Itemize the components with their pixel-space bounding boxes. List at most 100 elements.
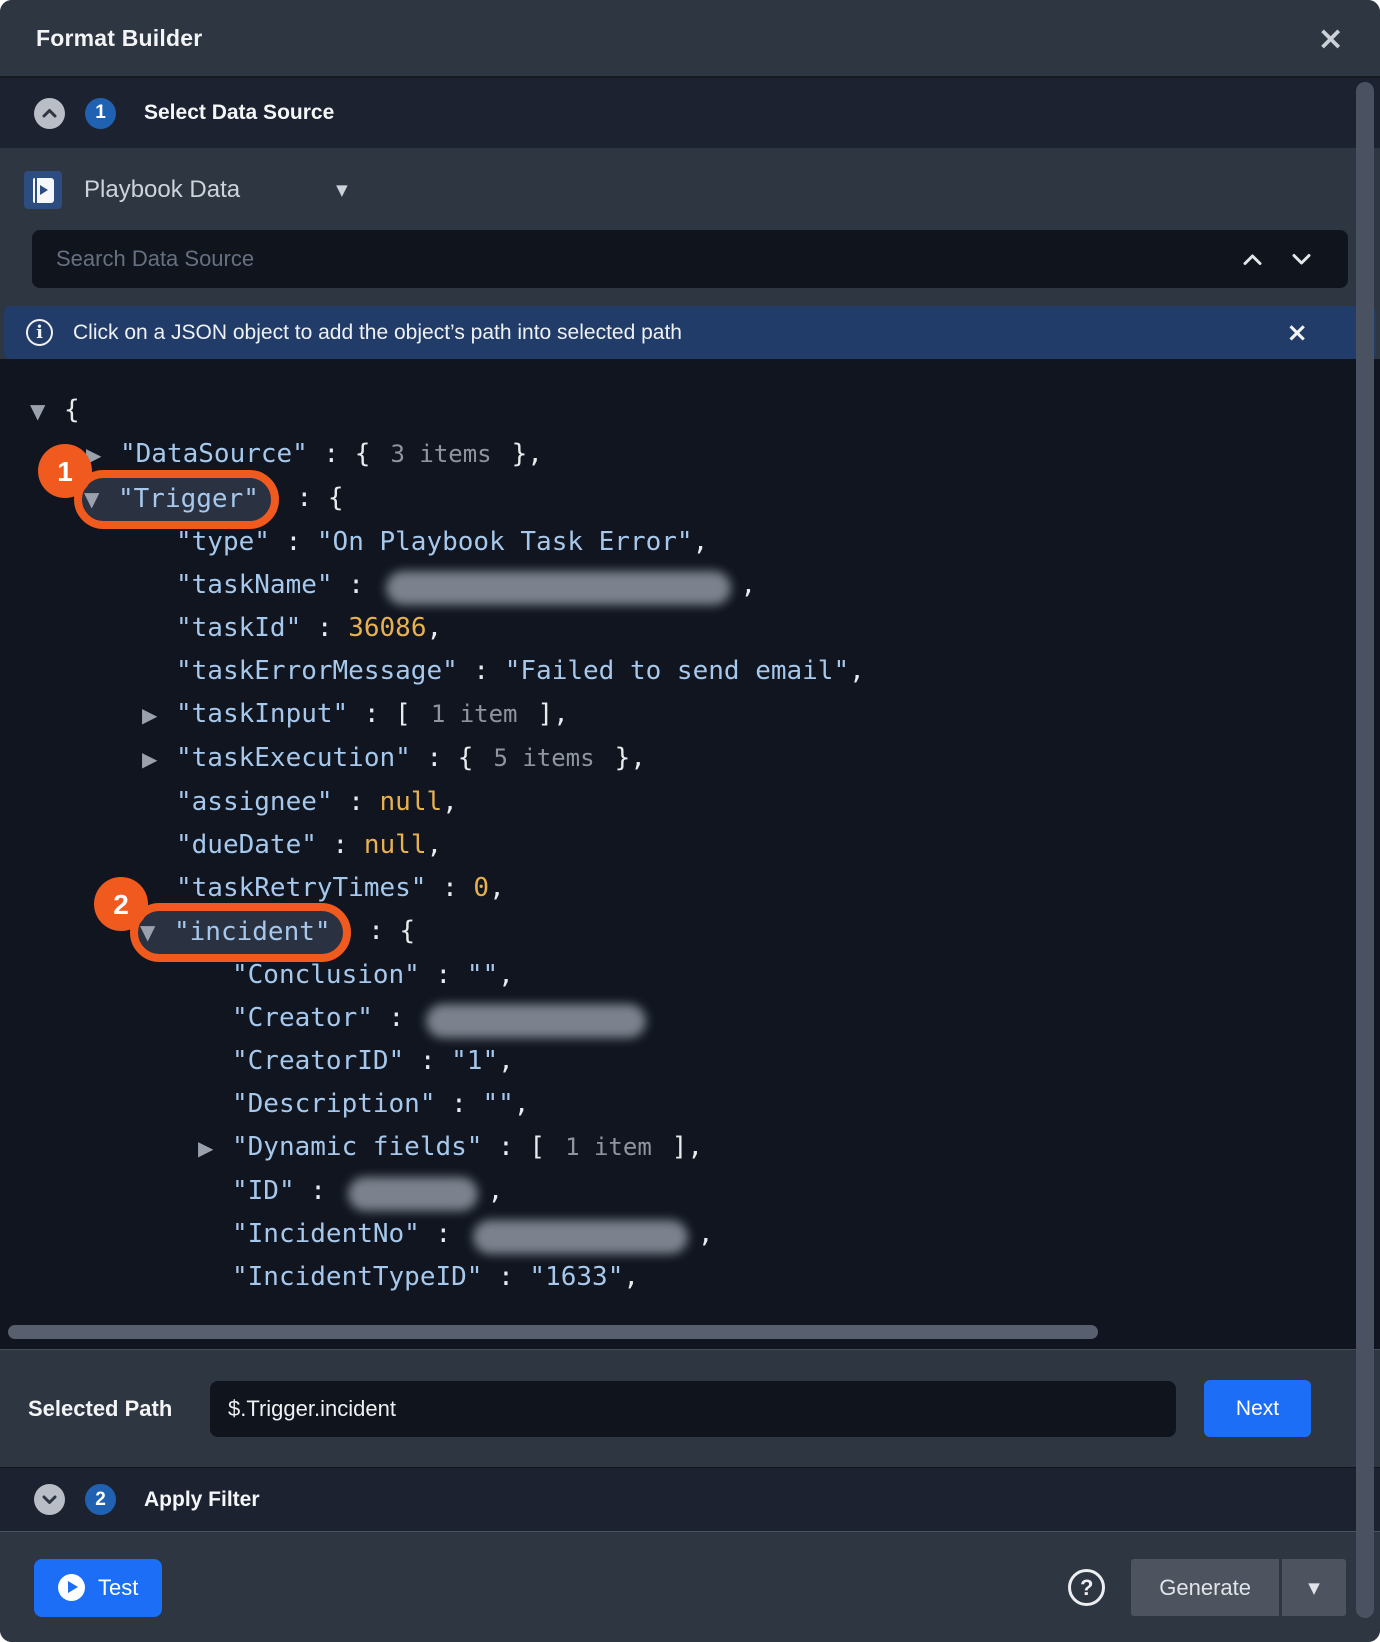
- json-key[interactable]: "DataSource": [120, 439, 308, 469]
- json-key[interactable]: "assignee": [176, 787, 333, 817]
- json-token: ,: [849, 656, 865, 686]
- json-line[interactable]: "taskId" : 36086,: [0, 607, 1380, 650]
- horizontal-scrollbar-thumb[interactable]: [8, 1325, 1098, 1339]
- json-line[interactable]: "IncidentTypeID" : "1633",: [0, 1256, 1380, 1299]
- json-item-count: 5 items: [493, 744, 594, 772]
- expand-caret-icon[interactable]: ▶: [198, 1127, 232, 1170]
- json-line[interactable]: "Creator" :: [0, 997, 1380, 1040]
- collapse-section-button[interactable]: [34, 98, 65, 129]
- data-source-select[interactable]: Playbook Data ▼: [0, 164, 1380, 216]
- json-line[interactable]: ▼"Trigger"1 : {: [0, 477, 1380, 521]
- test-button[interactable]: Test: [34, 1559, 162, 1617]
- search-prev-button[interactable]: [1242, 253, 1263, 266]
- json-line[interactable]: "CreatorID" : "1",: [0, 1040, 1380, 1083]
- json-key[interactable]: "Dynamic fields": [232, 1132, 482, 1162]
- json-token: "Failed to send email": [505, 656, 849, 686]
- json-token: "1": [451, 1046, 498, 1076]
- json-key[interactable]: "Trigger": [118, 478, 259, 521]
- json-key[interactable]: "incident": [174, 911, 331, 954]
- next-button[interactable]: Next: [1204, 1380, 1311, 1437]
- search-next-button[interactable]: [1291, 253, 1312, 266]
- json-key[interactable]: "taskRetryTimes": [176, 873, 426, 903]
- json-token: ,: [426, 830, 442, 860]
- data-source-selected-value: Playbook Data: [84, 176, 240, 204]
- json-key[interactable]: "taskInput": [176, 699, 348, 729]
- json-line[interactable]: "ID" : ,: [0, 1170, 1380, 1213]
- search-box: [32, 230, 1348, 288]
- json-line[interactable]: ▶"taskExecution" : {5 items},: [0, 737, 1380, 781]
- section-title: Select Data Source: [144, 101, 334, 125]
- json-line[interactable]: ▶"Dynamic fields" : [1 item],: [0, 1126, 1380, 1170]
- json-token: ,: [489, 873, 505, 903]
- section-apply-filter-header[interactable]: 2 Apply Filter: [0, 1467, 1380, 1531]
- dropdown-arrow-icon: ▼: [336, 181, 348, 199]
- generate-split-button: Generate ▼: [1131, 1559, 1346, 1616]
- collapse-caret-icon[interactable]: ▼: [30, 390, 64, 433]
- annotation-number-badge: 1: [38, 444, 92, 498]
- json-line[interactable]: ▼{: [0, 389, 1380, 433]
- json-token: :: [333, 570, 380, 600]
- json-key[interactable]: "taskName": [176, 570, 333, 600]
- collapse-caret-icon[interactable]: ▼: [84, 478, 118, 521]
- generate-dropdown-button[interactable]: ▼: [1282, 1559, 1346, 1616]
- collapse-caret-icon[interactable]: ▼: [140, 911, 174, 954]
- json-token: 0: [473, 873, 489, 903]
- json-key[interactable]: "taskExecution": [176, 743, 411, 773]
- vertical-scrollbar-thumb[interactable]: [1356, 82, 1374, 1618]
- json-key[interactable]: "ID": [232, 1176, 295, 1206]
- close-icon[interactable]: ×: [1317, 22, 1344, 54]
- json-token: :: [317, 830, 364, 860]
- banner-close-icon[interactable]: ×: [1286, 318, 1308, 348]
- json-token: ],: [672, 1132, 703, 1162]
- json-token: ,: [498, 1046, 514, 1076]
- json-token: : {: [411, 743, 474, 773]
- json-line[interactable]: "taskErrorMessage" : "Failed to send ema…: [0, 650, 1380, 693]
- search-input[interactable]: [54, 245, 1242, 273]
- json-token: :: [295, 1176, 342, 1206]
- help-icon[interactable]: ?: [1068, 1569, 1105, 1606]
- json-line[interactable]: ▶"taskInput" : [1 item],: [0, 693, 1380, 737]
- json-token: ,: [741, 570, 757, 600]
- json-line[interactable]: ▼"incident"2 : {: [0, 910, 1380, 954]
- json-key[interactable]: "CreatorID": [232, 1046, 404, 1076]
- json-key[interactable]: "IncidentNo": [232, 1219, 420, 1249]
- json-key[interactable]: "taskId": [176, 613, 301, 643]
- expand-section-button[interactable]: [34, 1484, 65, 1515]
- json-key[interactable]: "type": [176, 527, 270, 557]
- json-token: : {: [281, 483, 344, 513]
- json-line[interactable]: "dueDate" : null,: [0, 824, 1380, 867]
- json-token: :: [301, 613, 348, 643]
- json-token: :: [270, 527, 317, 557]
- dialog-title: Format Builder: [36, 25, 202, 52]
- annotation-ring: ▼"Trigger"1: [74, 470, 279, 529]
- json-token: null: [380, 787, 443, 817]
- json-line[interactable]: "assignee" : null,: [0, 781, 1380, 824]
- play-icon: [58, 1574, 85, 1601]
- json-token: ,: [693, 527, 709, 557]
- step-number-badge: 2: [85, 1484, 116, 1515]
- generate-button[interactable]: Generate: [1131, 1559, 1279, 1616]
- expand-caret-icon[interactable]: ▶: [142, 694, 176, 737]
- json-token: {: [64, 395, 80, 425]
- json-key[interactable]: "Conclusion": [232, 960, 420, 990]
- json-item-count: 1 item: [565, 1133, 652, 1161]
- json-key[interactable]: "Creator": [232, 1003, 373, 1033]
- section-select-data-source-header[interactable]: 1 Select Data Source: [0, 78, 1380, 148]
- json-token: : {: [353, 916, 416, 946]
- json-token: : [: [348, 699, 411, 729]
- playbook-icon: [24, 171, 62, 209]
- expand-caret-icon[interactable]: ▶: [142, 738, 176, 781]
- json-line[interactable]: "taskName" : ,: [0, 564, 1380, 607]
- json-token: :: [420, 1219, 467, 1249]
- json-token: :: [426, 873, 473, 903]
- json-key[interactable]: "taskErrorMessage": [176, 656, 458, 686]
- json-line[interactable]: "Description" : "",: [0, 1083, 1380, 1126]
- format-builder-dialog: Format Builder × 1 Select Data Source Pl…: [0, 0, 1380, 1642]
- json-key[interactable]: "IncidentTypeID": [232, 1262, 482, 1292]
- selected-path-input[interactable]: [210, 1381, 1176, 1437]
- json-token: null: [364, 830, 427, 860]
- json-line[interactable]: "IncidentNo" : ,: [0, 1213, 1380, 1256]
- json-key[interactable]: "Description": [232, 1089, 436, 1119]
- selected-path-label: Selected Path: [28, 1396, 210, 1422]
- json-key[interactable]: "dueDate": [176, 830, 317, 860]
